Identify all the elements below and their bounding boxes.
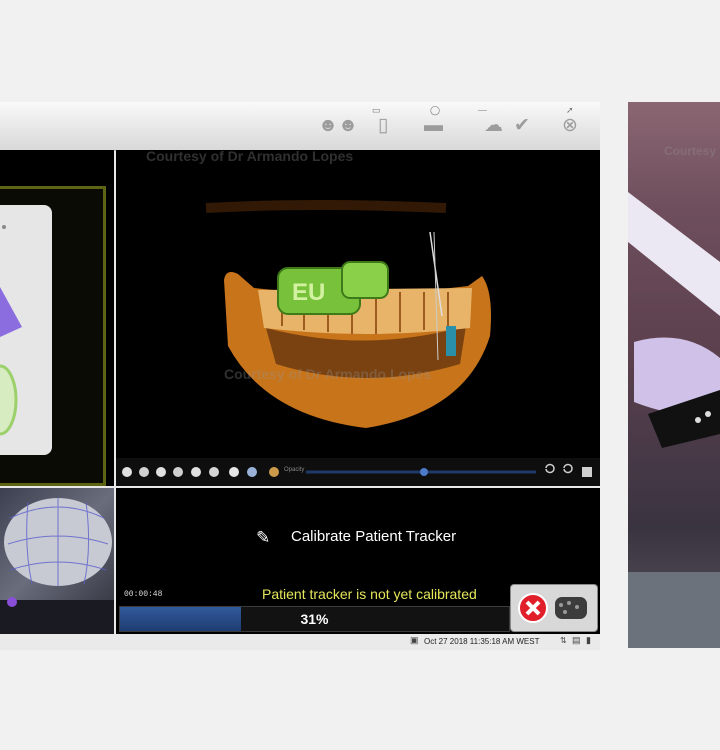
patient-camera-view: [0, 488, 114, 634]
close-indicator-icon: ➚: [566, 105, 574, 115]
tracking-camera-panel: [0, 150, 114, 486]
lock-icon: ▣: [410, 635, 419, 645]
instrument-icon[interactable]: ✔: [514, 116, 530, 135]
sync-icon: ⇅: [560, 636, 567, 645]
arch-indicator-icon: ⎯⎯: [478, 105, 488, 115]
svg-text:EU: EU: [292, 279, 325, 306]
photo-watermark: Courtesy of Dr Armando Lopes: [664, 144, 720, 158]
users-icon[interactable]: ☻☻: [318, 116, 358, 135]
3d-cbct-view[interactable]: Courtesy of Dr Armando Lopes EU Courtesy…: [116, 150, 600, 486]
watermark-center: Courtesy of Dr Armando Lopes: [224, 366, 432, 382]
patient-photo: Courtesy of Dr Armando Lopes: [628, 102, 720, 648]
opacity-slider-bar: Opacity: [116, 458, 600, 486]
datetime-label: Oct 27 2018 11:35:18 AM WEST: [424, 637, 540, 646]
calibration-status-message: Patient tracker is not yet calibrated: [262, 586, 477, 602]
progress-percent: 31%: [300, 611, 329, 627]
probe-icon: ✎: [256, 528, 271, 547]
status-bar: ▣ Oct 27 2018 11:35:18 AM WEST ⇅ ▤ ▮: [0, 634, 600, 650]
network-icon: ▤: [572, 635, 581, 645]
tracker-indicator-icon: ▭: [372, 105, 381, 115]
close-circle-icon[interactable]: ⊗: [562, 116, 578, 135]
navigation-app-window: ☻☻ ▭ ▯ ◯ ▬ ⎯⎯ ☁ ✔ ➚ ⊗ Courtesy of Dr Arm…: [0, 102, 600, 650]
jaw-view-icon[interactable]: ▬: [424, 116, 443, 135]
arch-view-icon[interactable]: ☁: [484, 116, 503, 135]
jaw-indicator-icon: ◯: [430, 105, 441, 115]
jaw-3d-render: EU: [205, 200, 491, 428]
tracker-icon[interactable]: ▯: [378, 116, 388, 135]
calibration-timer: 00:00:48: [124, 590, 163, 599]
calibration-title: Calibrate Patient Tracker: [291, 528, 457, 545]
cancel-calibration-button[interactable]: [510, 584, 598, 632]
calibration-panel: ✎ Calibrate Patient Tracker 00:00:48 Pat…: [116, 488, 600, 634]
tracking-frame: [0, 186, 106, 486]
opacity-label: Opacity: [284, 467, 305, 473]
toolbar: ☻☻ ▭ ▯ ◯ ▬ ⎯⎯ ☁ ✔ ➚ ⊗: [0, 102, 600, 151]
battery-icon: ▮: [586, 635, 591, 645]
calibration-progress-bar: 31%: [119, 606, 510, 632]
tracker-card: [0, 205, 52, 455]
